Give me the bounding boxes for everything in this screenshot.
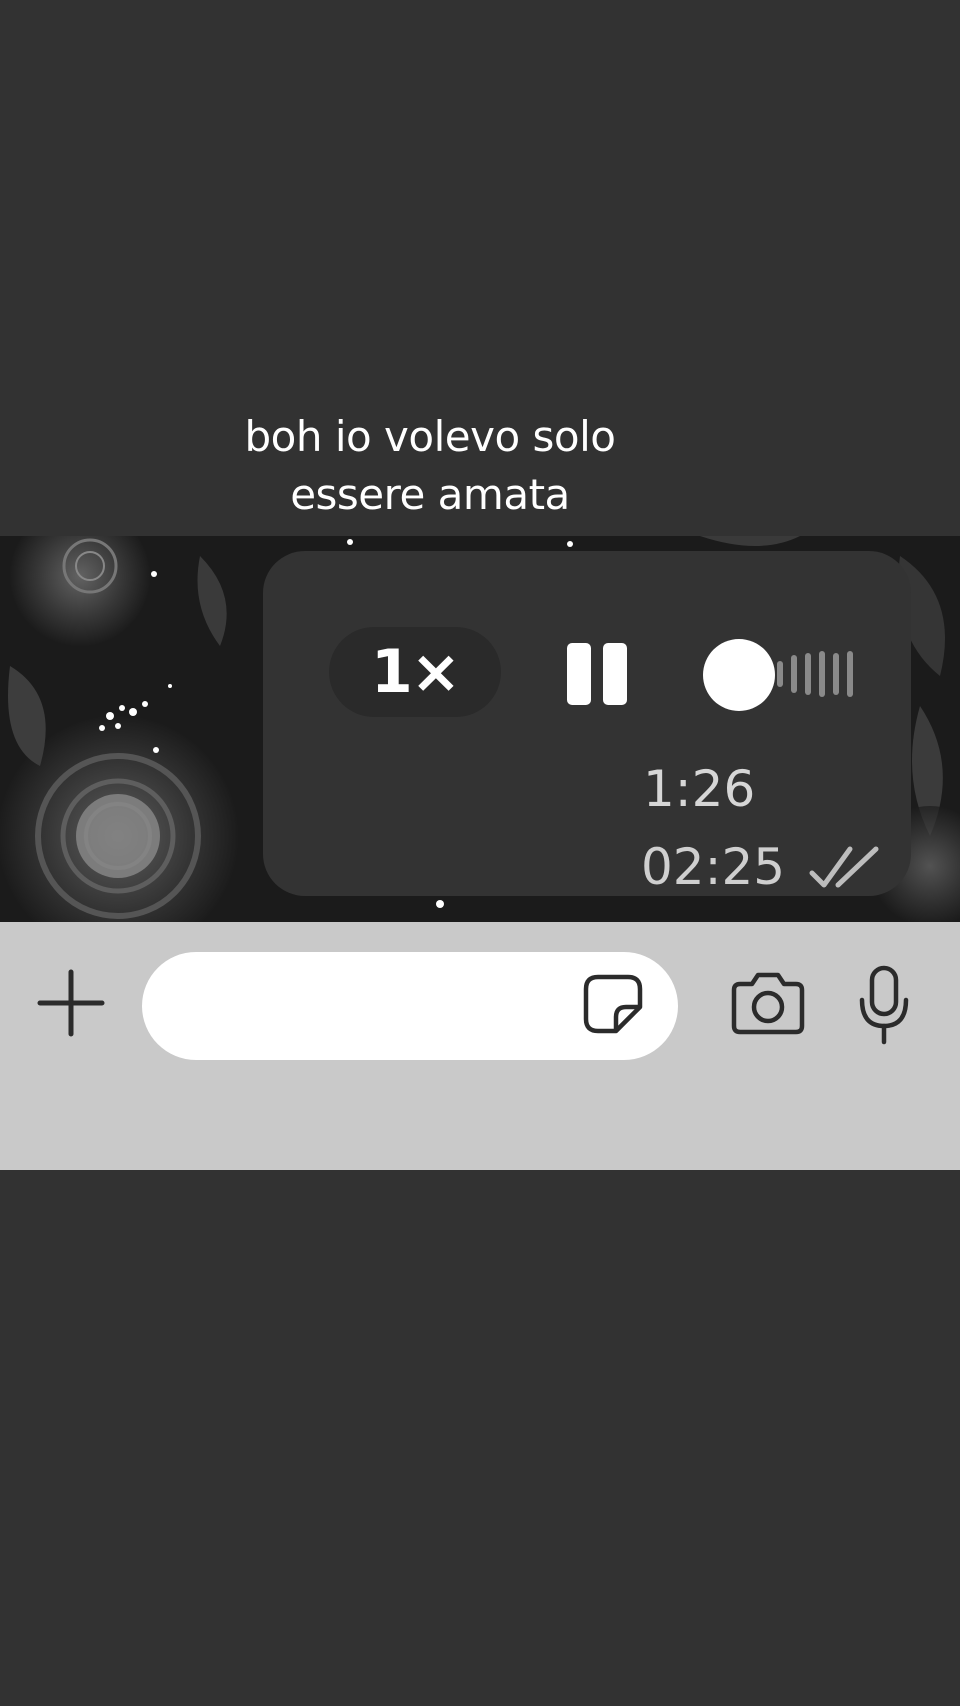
voice-duration: 1:26 — [643, 760, 756, 818]
playback-scrubber-handle[interactable] — [703, 639, 775, 711]
audio-waveform[interactable] — [773, 651, 863, 697]
sticker-icon[interactable] — [582, 973, 644, 1035]
double-check-icon — [809, 846, 879, 888]
voice-message-bubble[interactable]: 1× 1:26 02:25 — [263, 551, 911, 896]
playback-speed-button[interactable]: 1× — [329, 627, 501, 717]
video-caption: boh io volevo solo essere amata — [130, 408, 730, 524]
camera-icon[interactable] — [730, 970, 806, 1036]
plus-icon[interactable] — [36, 968, 106, 1038]
message-timestamp: 02:25 — [641, 838, 786, 896]
pause-button[interactable] — [567, 643, 631, 707]
caption-line-1: boh io volevo solo — [244, 412, 616, 461]
caption-line-2: essere amata — [290, 470, 570, 519]
microphone-icon[interactable] — [856, 964, 912, 1046]
